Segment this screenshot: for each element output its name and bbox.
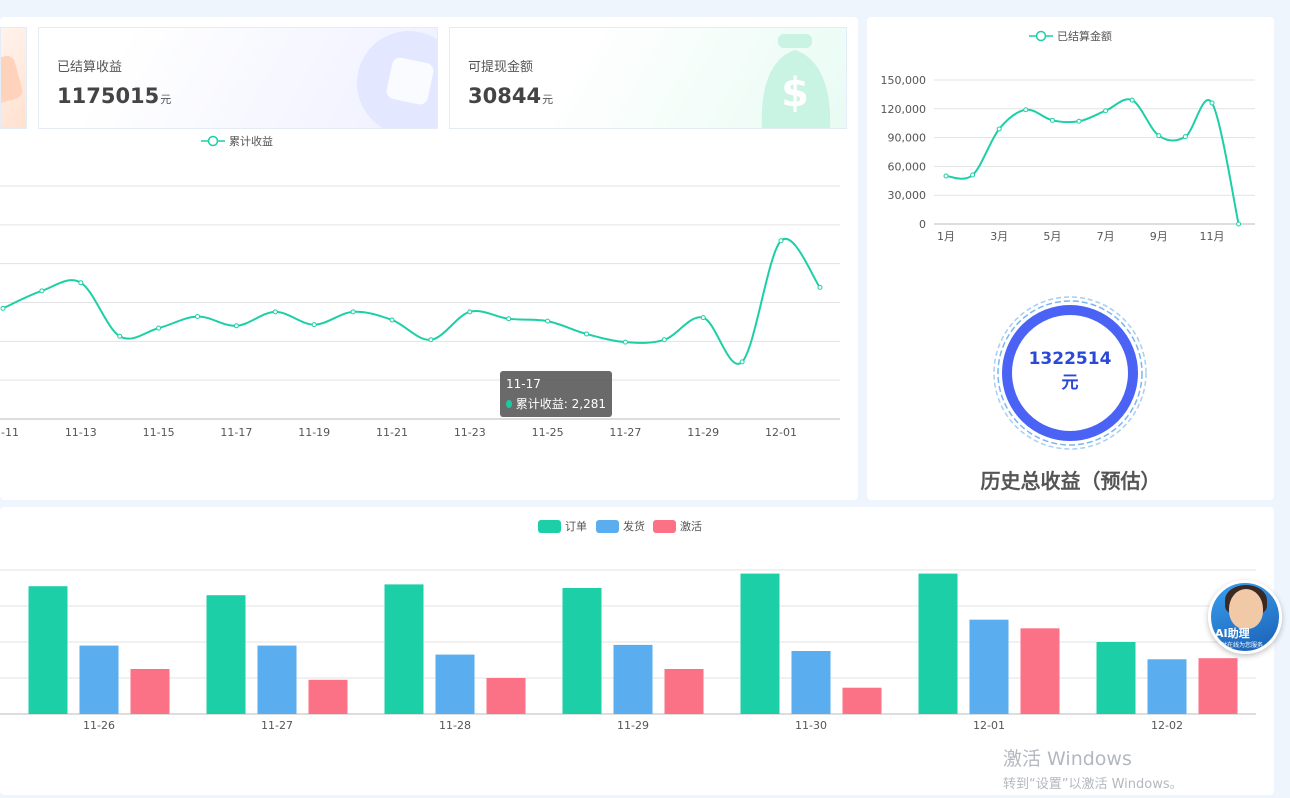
data-point-12-02: [817, 284, 823, 290]
data-point-11-27: [622, 339, 628, 345]
cumulative-income-chart: 累计收益 11-11 11-13 11-15 11-17 11-19 11-21 11-23 1…: [0, 134, 840, 439]
history-total-value: 1322514 元: [1005, 347, 1135, 395]
x-tick-12-01: 12-01: [973, 719, 1005, 732]
x-tick-11-11: 11-11: [0, 426, 19, 439]
tooltip-value: 2,281: [571, 396, 606, 411]
chart-tooltip: 11-17 累计收益: 2,281: [500, 371, 612, 417]
history-total-unit: 元: [1061, 373, 1079, 393]
bar-激活-11-26: [130, 669, 170, 714]
bar-发货-11-30: [791, 651, 831, 714]
assistant-avatar-icon: [1229, 589, 1263, 629]
ai-assistant-label: AI助理: [1215, 627, 1250, 640]
data-point-12-01: [778, 238, 784, 244]
x-tick-11-21: 11-21: [376, 426, 408, 439]
bar-订单-11-30: [740, 573, 780, 714]
bar-激活-11-28: [486, 678, 526, 714]
x-tick-11-17: 11-17: [220, 426, 252, 439]
data-point-11-21: [389, 317, 395, 323]
x-tick-11-25: 11-25: [532, 426, 564, 439]
data-point-11-12: [39, 288, 45, 294]
data-point-11-29: [700, 315, 706, 321]
data-point-11-11: [0, 305, 6, 311]
legend-激活-label: 激活: [680, 519, 702, 533]
bar-激活-11-27: [308, 679, 348, 714]
tooltip-row: 累计收益: 2,281: [506, 395, 606, 412]
legend-激活-swatch: [653, 520, 676, 533]
tooltip-sep: :: [563, 396, 572, 411]
windows-activation-watermark: 激活 Windows 转到“设置”以激活 Windows。: [1003, 744, 1183, 792]
x-tick-11-30: 11-30: [795, 719, 827, 732]
data-point-11-23: [467, 309, 473, 315]
x-tick-12-01: 12-01: [765, 426, 797, 439]
data-point-11-24: [506, 316, 512, 322]
data-point-11-13: [78, 280, 84, 286]
bar-激活-12-01: [1020, 628, 1060, 714]
x-tick-12-02: 12-02: [1151, 719, 1183, 732]
tooltip-series-dot: [506, 399, 512, 408]
bar-订单-11-27: [206, 595, 246, 714]
x-tick-11-23: 11-23: [454, 426, 486, 439]
data-point-11-14: [117, 333, 123, 339]
data-point-11-25: [545, 318, 551, 324]
data-point-11-30: [739, 359, 745, 365]
x-tick-11-26: 11-26: [83, 719, 115, 732]
x-tick-11-27: 11-27: [261, 719, 293, 732]
data-point-11-17: [233, 323, 239, 329]
bar-订单-11-28: [384, 584, 424, 714]
cumulative-income-line: [2, 237, 821, 365]
data-point-11-22: [428, 337, 434, 343]
settlement-panel: 0 30,000 60,000 90,000 120,000 150,000 已结算金额 1月…: [867, 17, 1274, 500]
x-tick-11-27: 11-27: [609, 426, 641, 439]
history-total-caption: 历史总收益（预估）: [980, 469, 1161, 493]
x-tick-11-15: 11-15: [143, 426, 175, 439]
x-tick-11-29: 11-29: [687, 426, 719, 439]
bar-激活-12-02: [1198, 658, 1238, 714]
data-point-11-19: [311, 322, 317, 328]
bar-订单-12-01: [918, 573, 958, 714]
bar-发货-12-02: [1147, 659, 1187, 714]
bar-发货-11-27: [257, 645, 297, 714]
data-point-11-15: [156, 325, 162, 331]
bar-发货-12-01: [969, 619, 1009, 714]
legend-cumulative-marker: [207, 135, 219, 147]
data-point-11-26: [584, 331, 589, 337]
bar-激活-11-29: [664, 669, 704, 714]
tooltip-series-name: 累计收益: [515, 397, 564, 411]
bar-发货-11-26: [79, 645, 119, 714]
bar-发货-11-29: [613, 644, 653, 714]
bar-订单-11-26: [28, 586, 68, 714]
x-tick-11-19: 11-19: [298, 426, 330, 439]
data-point-11-16: [195, 313, 200, 319]
data-point-11-20: [350, 309, 356, 315]
earnings-panel: 已结算收益 1175015元 可提现金额 30844元 $ 累计收益11-111…: [0, 17, 858, 500]
ai-assistant-subtitle: 实时在线为您服务: [1215, 642, 1264, 649]
legend-cumulative-label: 累计收益: [229, 134, 273, 148]
legend-订单-swatch: [538, 520, 561, 533]
data-point-11-18: [272, 309, 278, 315]
bar-激活-11-30: [842, 687, 882, 714]
bar-发货-11-28: [435, 654, 475, 714]
x-tick-11-28: 11-28: [439, 719, 471, 732]
x-tick-11-13: 11-13: [65, 426, 97, 439]
ai-assistant-button[interactable]: AI助理 实时在线为您服务: [1208, 580, 1282, 654]
watermark-title: 激活 Windows: [1003, 748, 1132, 770]
tooltip-date: 11-17: [506, 377, 541, 391]
watermark-subtitle: 转到“设置”以激活 Windows。: [1003, 777, 1183, 792]
legend-发货-label: 发货: [623, 519, 645, 533]
legend-发货-swatch: [596, 520, 619, 533]
legend-订单-label: 订单: [565, 520, 587, 533]
x-tick-11-29: 11-29: [617, 719, 649, 732]
bar-订单-12-02: [1096, 642, 1136, 714]
bar-订单-11-29: [562, 588, 602, 714]
data-point-11-28: [661, 337, 667, 343]
history-total-number: 1322514: [1028, 349, 1112, 369]
